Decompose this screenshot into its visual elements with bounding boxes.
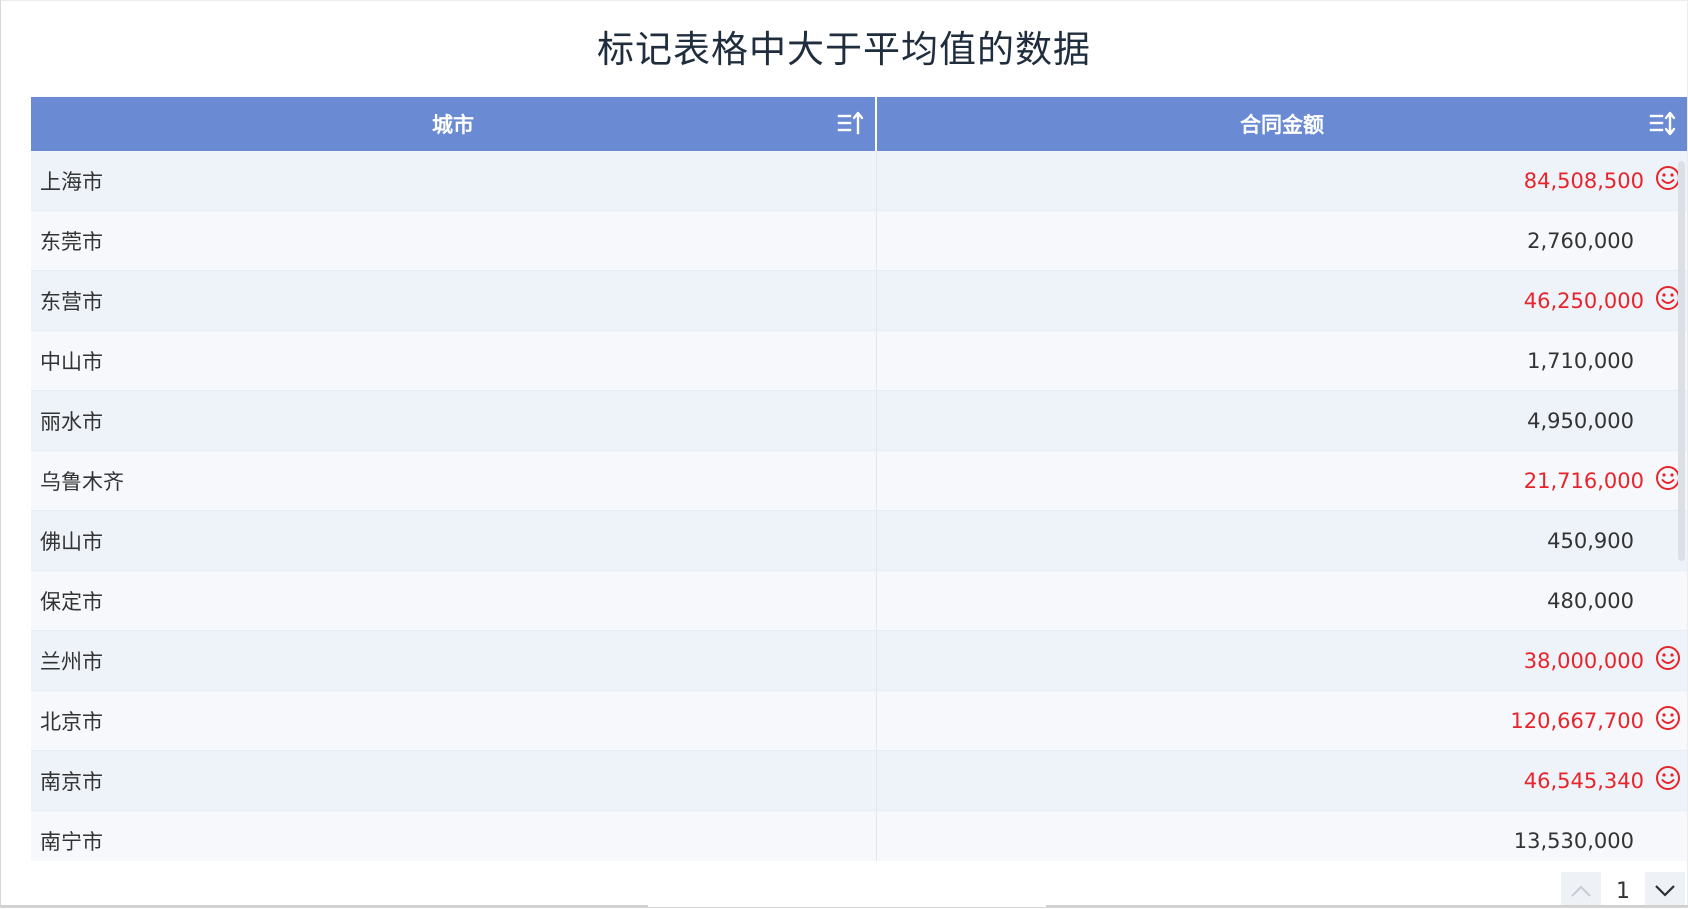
cell-amount: 120,667,700	[877, 691, 1687, 750]
amount-value: 46,250,000	[1523, 288, 1644, 313]
table-row[interactable]: 乌鲁木齐 21,716,000	[31, 451, 1687, 511]
column-header-amount[interactable]: 合同金额	[877, 97, 1687, 151]
table-row[interactable]: 上海市 84,508,500	[31, 151, 1687, 211]
cell-amount: 46,545,340	[877, 751, 1687, 810]
table-row[interactable]: 佛山市 450,900	[31, 511, 1687, 571]
cell-city: 丽水市	[31, 391, 877, 450]
chevron-down-icon	[1655, 885, 1675, 897]
cell-city: 中山市	[31, 331, 877, 390]
cell-amount: 1,710,000	[877, 331, 1687, 390]
table-row[interactable]: 东莞市 2,760,000	[31, 211, 1687, 271]
cell-city: 东营市	[31, 271, 877, 330]
cell-amount: 21,716,000	[877, 451, 1687, 510]
data-table: 城市 合同金额 上海市 84,508,500 东莞市 2,760,000 东营市…	[31, 97, 1687, 861]
cell-city: 上海市	[31, 151, 877, 210]
cell-city: 北京市	[31, 691, 877, 750]
column-header-label: 城市	[432, 113, 474, 137]
chevron-up-icon	[1571, 885, 1591, 897]
table-row[interactable]: 丽水市 4,950,000	[31, 391, 1687, 451]
smile-icon	[1656, 646, 1680, 670]
amount-value: 13,530,000	[1513, 828, 1634, 853]
current-page-number: 1	[1616, 878, 1630, 904]
column-header-city[interactable]: 城市	[31, 97, 877, 151]
amount-value: 1,710,000	[1527, 348, 1634, 373]
amount-value: 46,545,340	[1523, 768, 1644, 793]
cell-amount: 13,530,000	[877, 811, 1687, 861]
amount-value: 120,667,700	[1510, 708, 1644, 733]
amount-value: 450,900	[1547, 528, 1634, 553]
amount-value: 84,508,500	[1523, 168, 1644, 193]
vertical-scrollbar[interactable]	[1678, 161, 1685, 561]
cell-amount: 4,950,000	[877, 391, 1687, 450]
table-row[interactable]: 保定市 480,000	[31, 571, 1687, 631]
cell-amount: 2,760,000	[877, 211, 1687, 270]
table-header: 城市 合同金额	[31, 97, 1687, 151]
table-row[interactable]: 南京市 46,545,340	[31, 751, 1687, 811]
table-row[interactable]: 北京市 120,667,700	[31, 691, 1687, 751]
page-title: 标记表格中大于平均值的数据	[597, 28, 1091, 71]
cell-amount: 46,250,000	[877, 271, 1687, 330]
table-row[interactable]: 东营市 46,250,000	[31, 271, 1687, 331]
divider	[0, 905, 648, 907]
page-down-button[interactable]	[1645, 872, 1685, 907]
cell-city: 南宁市	[31, 811, 877, 861]
cell-city: 东莞市	[31, 211, 877, 270]
smile-icon	[1656, 706, 1680, 730]
table-row[interactable]: 南宁市 13,530,000	[31, 811, 1687, 861]
cell-amount: 38,000,000	[877, 631, 1687, 690]
cell-city: 佛山市	[31, 511, 877, 570]
pagination: 1	[1561, 872, 1685, 907]
report-frame: 标记表格中大于平均值的数据 城市 合同金额 上海市 84,508,500 东莞市…	[0, 0, 1688, 908]
table-row[interactable]: 兰州市 38,000,000	[31, 631, 1687, 691]
page-up-button[interactable]	[1561, 872, 1601, 907]
sort-ascending-icon[interactable]	[837, 110, 865, 138]
amount-value: 38,000,000	[1523, 648, 1644, 673]
table-body[interactable]: 上海市 84,508,500 东莞市 2,760,000 东营市 46,250,000 中山…	[31, 151, 1687, 861]
cell-amount: 450,900	[877, 511, 1687, 570]
amount-value: 480,000	[1547, 588, 1634, 613]
amount-value: 21,716,000	[1523, 468, 1644, 493]
cell-amount: 84,508,500	[877, 151, 1687, 210]
cell-amount: 480,000	[877, 571, 1687, 630]
sort-both-icon[interactable]	[1649, 110, 1677, 138]
cell-city: 乌鲁木齐	[31, 451, 877, 510]
divider	[1046, 905, 1688, 907]
cell-city: 保定市	[31, 571, 877, 630]
table-row[interactable]: 中山市 1,710,000	[31, 331, 1687, 391]
cell-city: 南京市	[31, 751, 877, 810]
column-header-label: 合同金额	[1240, 113, 1324, 137]
smile-icon	[1656, 766, 1680, 790]
cell-city: 兰州市	[31, 631, 877, 690]
amount-value: 4,950,000	[1527, 408, 1634, 433]
amount-value: 2,760,000	[1527, 228, 1634, 253]
